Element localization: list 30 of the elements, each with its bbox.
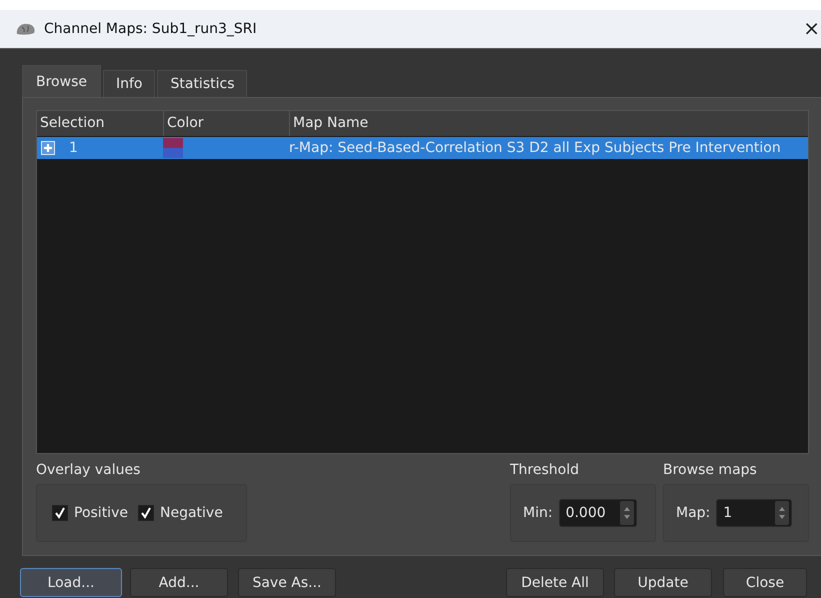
- column-header[interactable]: Color: [163, 111, 289, 136]
- dialog-button[interactable]: Add...: [130, 568, 228, 597]
- column-header[interactable]: Map Name: [289, 111, 808, 136]
- table-cell: 1: [69, 140, 78, 156]
- group-title: Overlay values: [36, 462, 142, 480]
- tab[interactable]: Browse: [22, 65, 101, 97]
- group-title: Threshold: [510, 462, 580, 480]
- table-cell-text: r-Map: Seed-Based-Correlation S3 D2 all Exp Subjects Pre Intervention: [289, 140, 782, 156]
- dialog-button[interactable]: Update: [614, 568, 712, 597]
- expand-icon[interactable]: [41, 141, 55, 155]
- dialog-button[interactable]: Load...: [20, 568, 122, 597]
- close-icon[interactable]: ×: [803, 16, 820, 42]
- checkbox-label[interactable]: Negative: [160, 505, 223, 521]
- column-header[interactable]: Selection: [37, 111, 163, 136]
- checkbox-label[interactable]: Positive: [74, 505, 128, 521]
- checkbox[interactable]: [138, 505, 154, 521]
- spin-field[interactable]: 1: [716, 499, 792, 527]
- tab[interactable]: Info: [102, 70, 156, 97]
- dialog-button[interactable]: Close: [723, 568, 807, 597]
- checkbox[interactable]: [52, 505, 68, 521]
- window-title: Channel Maps: Sub1_run3_SRI: [44, 21, 258, 37]
- dialog-button[interactable]: Save As...: [238, 568, 336, 597]
- tab[interactable]: Statistics: [157, 70, 248, 97]
- spin-field[interactable]: 0.000: [558, 499, 637, 527]
- spinner-arrows-icon[interactable]: [620, 501, 634, 525]
- field-label: Map:: [676, 505, 710, 521]
- dialog-button[interactable]: Delete All: [506, 568, 604, 597]
- group-title: Browse maps: [663, 462, 758, 480]
- spinner-arrows-icon[interactable]: [775, 501, 790, 525]
- field-label: Min:: [523, 505, 553, 521]
